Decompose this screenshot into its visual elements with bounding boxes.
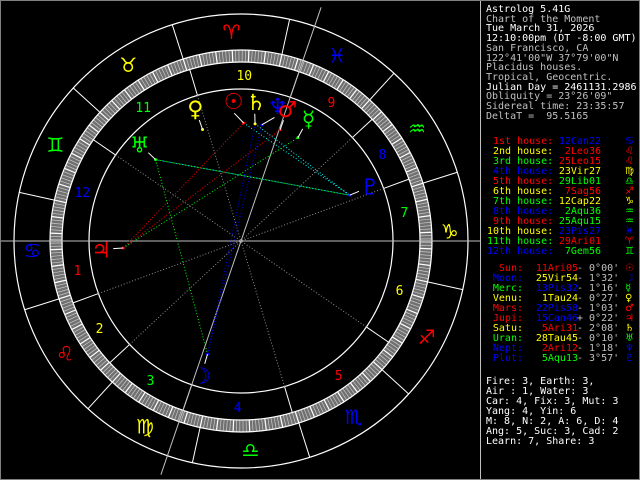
house-cusp-line	[284, 386, 293, 413]
house-cusp-inner-line	[98, 240, 242, 295]
jupiter-icon: ♃	[91, 238, 111, 263]
sign-boundary	[191, 427, 201, 463]
house-number: 6	[396, 284, 404, 299]
sign-5-icon: ♍	[136, 415, 154, 439]
house-number: 7	[401, 206, 409, 221]
pluto-icon: ♇	[625, 353, 634, 364]
sun-icon: ☉	[224, 90, 244, 115]
sign-boundary	[171, 24, 184, 60]
sign-8-icon: ♐	[418, 325, 436, 349]
header-line: DeltaT = 95.5165	[486, 110, 589, 122]
planet-position: 5Aqu13	[541, 353, 578, 364]
house-number: 11	[135, 101, 151, 116]
summary-line: Learn: 7, Share: 3	[486, 436, 595, 447]
sign-boundary	[24, 298, 60, 311]
house-cusp-value: 7Gem56	[564, 246, 601, 257]
house-number: 8	[379, 148, 387, 163]
house-cusp-inner-line	[240, 240, 286, 387]
house-number: 1	[74, 264, 82, 279]
degree-tick	[419, 231, 432, 234]
sign-boundary	[381, 369, 410, 395]
sign-10-icon: ♒	[408, 116, 426, 140]
astrolog-window: ♈ ♉ ♊ ♋ ♌ ♍ ♎ ♏ ♐ ♑ ♒ ♓ 1 2 3 4 5 6 7 8 9 10 11 12 ♆ ♄ ☉ ♀ ♅ ♃ ☽ ♇ ☿ ♂ As…	[0, 0, 640, 480]
pluto-pointer	[349, 190, 360, 196]
degree-tick	[50, 248, 63, 251]
aspect-line	[243, 122, 351, 196]
saturn-icon: ♄	[246, 91, 266, 116]
house-number: 9	[328, 96, 336, 111]
house-number: 3	[147, 374, 155, 389]
house-cusp-line	[109, 344, 130, 364]
moon-icon: ☽	[191, 364, 211, 389]
house-number: 5	[335, 369, 343, 384]
house-number: 10	[236, 69, 252, 84]
house-cusp-inner-line	[129, 240, 242, 345]
house-cusp-line	[189, 69, 198, 96]
sign-boundary	[427, 281, 463, 291]
degree-tick	[248, 419, 251, 432]
sign-2-icon: ♊	[46, 133, 64, 157]
planet-row: Plut: 5Aqu13- 3°57' ♇	[481, 353, 639, 364]
sign-7-icon: ♏	[345, 405, 363, 429]
house-cusp-inner-line	[196, 95, 242, 242]
aspect-line	[155, 159, 209, 355]
sign-boundary	[87, 381, 113, 410]
sign-3-icon: ♋	[23, 239, 41, 263]
planet-motion: - 3°57'	[577, 353, 620, 364]
house-number: 4	[234, 401, 242, 416]
chart-wheel: ♈♉♊♋♌♍♎♏♐♑♒♓123456789101112♆♄☉♀♅♃☽♇☿♂	[1, 7, 481, 475]
mars-icon: ♂	[278, 98, 298, 123]
sign-4-icon: ♌	[56, 342, 74, 366]
house-number: 2	[96, 322, 104, 337]
uranus-icon: ♅	[130, 133, 150, 158]
house-cusp-inner-line	[240, 137, 353, 242]
house-cusp-line	[366, 326, 389, 343]
house-cusp-line	[72, 293, 99, 304]
house-cusp-line	[383, 178, 410, 189]
mercury-icon: ☿	[302, 107, 316, 132]
sign-boundary	[369, 72, 395, 101]
sign-boundary	[422, 171, 458, 184]
sign-boundary	[19, 191, 55, 201]
info-panel: Astrolog 5.41G Chart of the Moment Tue Mar…	[480, 1, 639, 479]
aspect-line	[207, 124, 263, 355]
sign-6-icon: ♎	[242, 438, 260, 462]
sign-boundary	[281, 19, 291, 55]
aspect-line	[155, 159, 350, 196]
degree-tick	[231, 50, 234, 63]
sign-boundary	[298, 422, 311, 458]
venus-icon: ♀	[187, 98, 203, 123]
house-cusp-line	[352, 118, 373, 138]
sign-icon: ♊	[625, 246, 634, 257]
house-number: 12	[75, 186, 91, 201]
sign-1-icon: ♉	[119, 53, 137, 77]
house-cusp-line	[93, 139, 116, 156]
planet-label: Plut:	[492, 353, 523, 364]
sign-boundary	[72, 87, 101, 113]
sign-9-icon: ♑	[441, 219, 459, 243]
house-cusp-inner-line	[240, 240, 367, 328]
house-label: 12th house:	[487, 246, 554, 257]
house-cusp-inner-line	[115, 154, 242, 242]
moon-pointer	[204, 354, 209, 364]
pluto-icon: ♇	[360, 176, 380, 201]
sign-0-icon: ♈	[222, 20, 240, 44]
jupiter-pointer	[113, 247, 124, 250]
sign-11-icon: ♓	[328, 43, 346, 67]
house-row: 12th house: 7Gem56 ♊	[481, 246, 639, 257]
aspect-line	[207, 123, 256, 355]
